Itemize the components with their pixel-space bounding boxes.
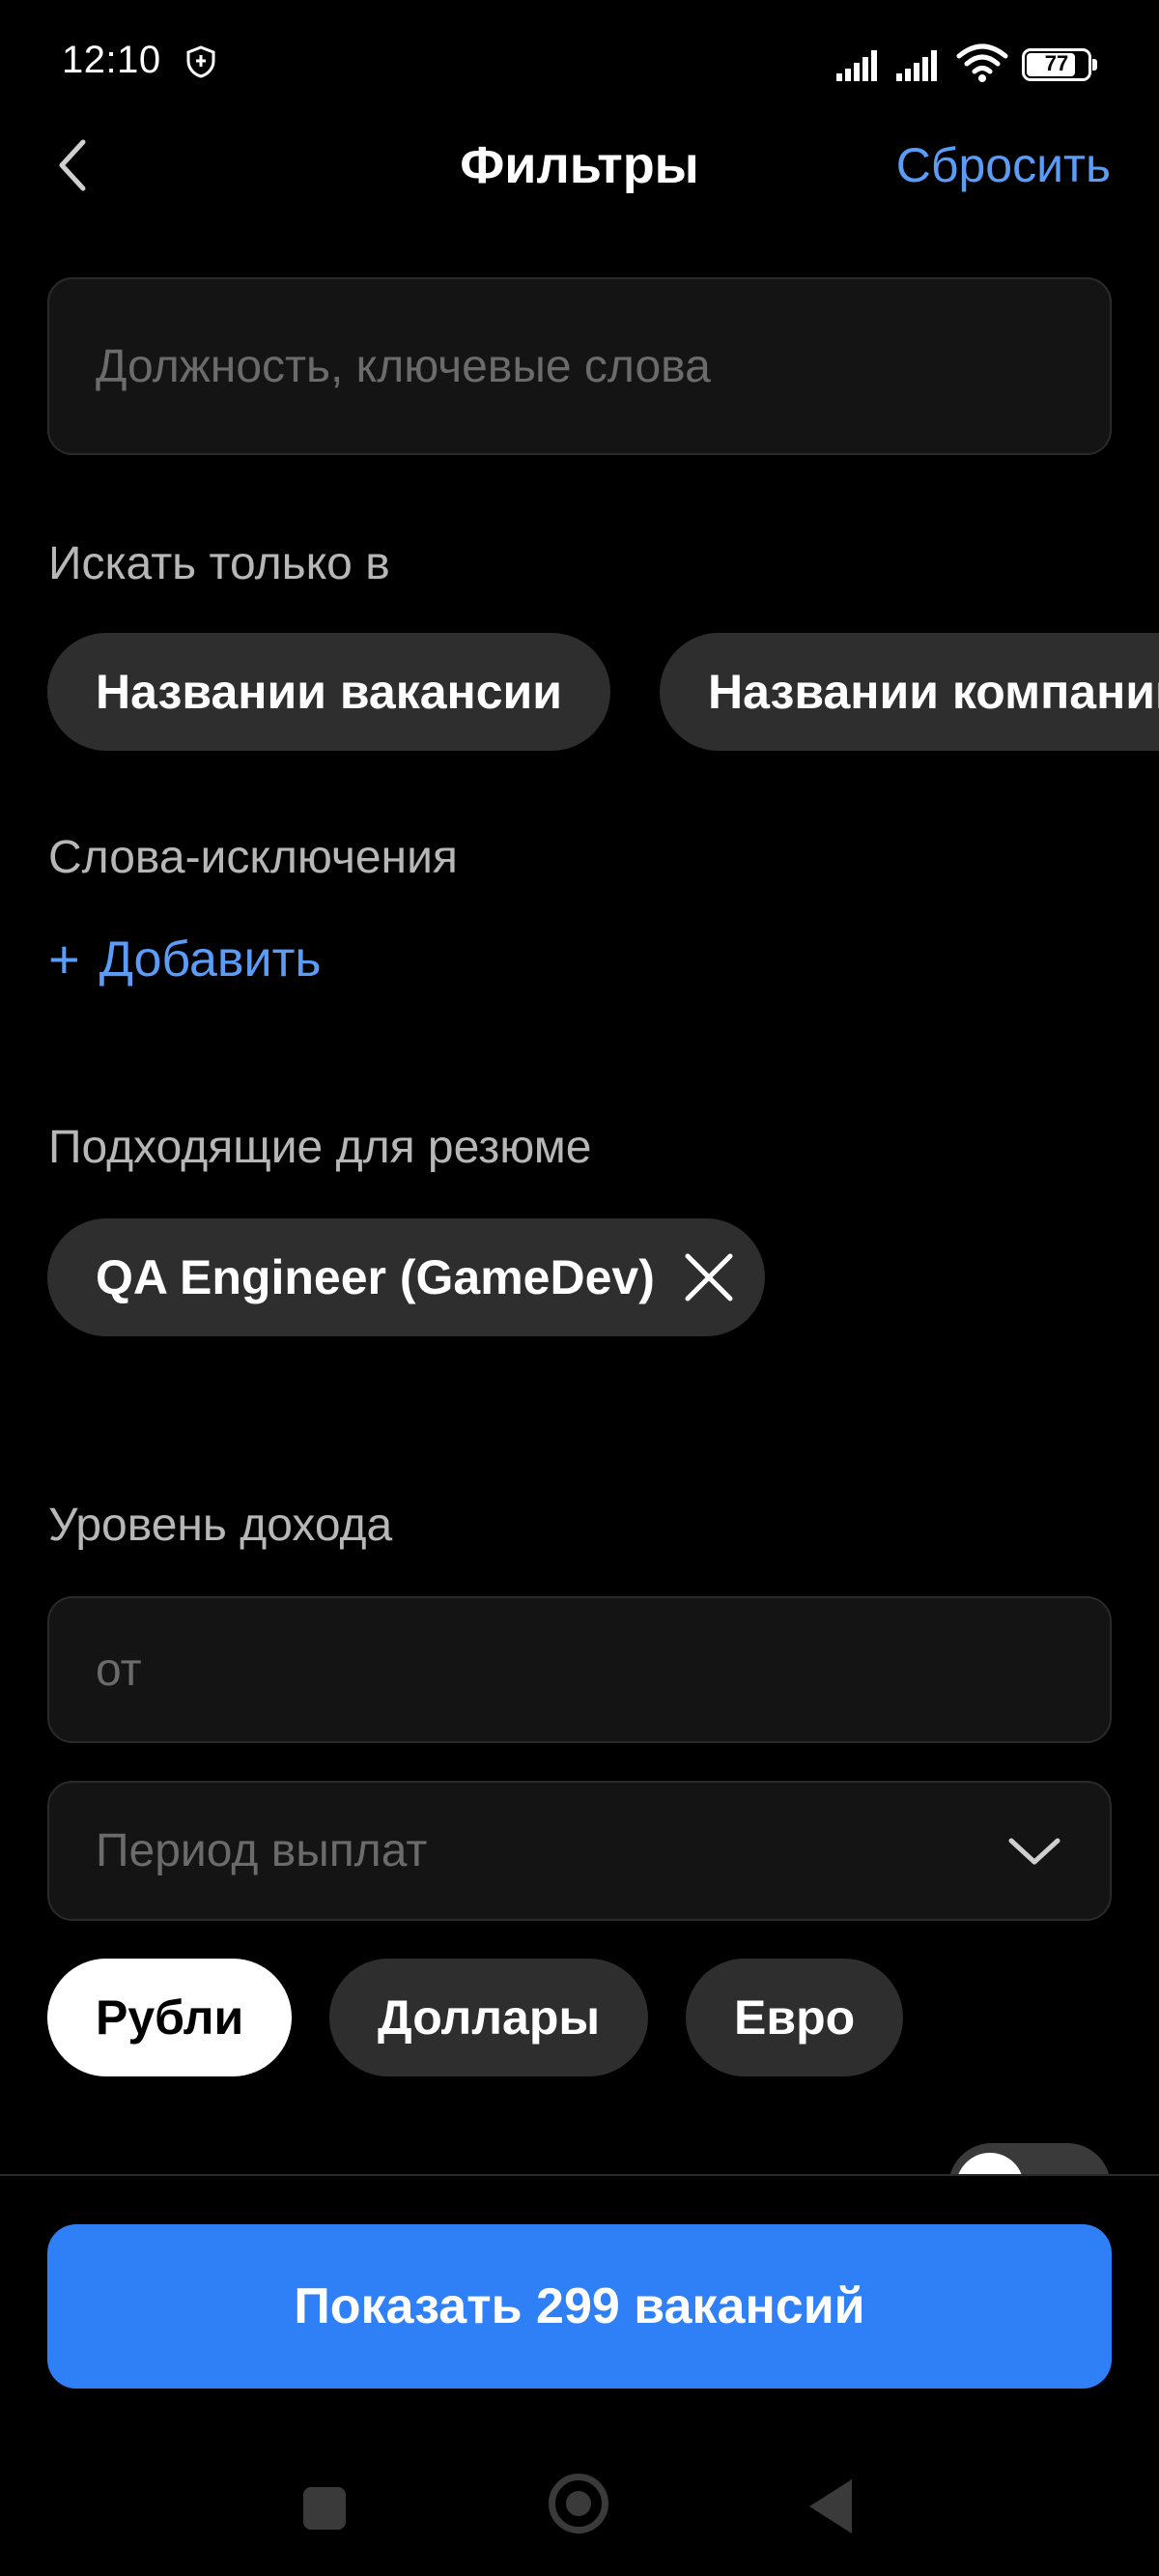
plus-icon: + (48, 929, 80, 989)
resume-chip[interactable]: QA Engineer (GameDev) (47, 1218, 765, 1336)
search-in-label: Искать только в (48, 538, 390, 589)
add-label: Добавить (99, 930, 322, 987)
income-label: Уровень дохода (48, 1500, 393, 1551)
payment-period-select[interactable]: Период выплат (47, 1781, 1112, 1921)
back-triangle-icon[interactable] (809, 2479, 852, 2533)
resume-chip-label: QA Engineer (GameDev) (96, 1250, 655, 1304)
payment-period-placeholder: Период выплат (96, 1825, 428, 1876)
currency-eur[interactable]: Евро (686, 1959, 904, 2076)
close-icon[interactable] (682, 1250, 736, 1304)
currency-rub[interactable]: Рубли (47, 1959, 293, 2076)
reset-button[interactable]: Сбросить (896, 137, 1111, 193)
status-time: 12:10 (62, 39, 161, 81)
exclude-words-label: Слова-исключения (48, 832, 458, 883)
add-exclude-word-button[interactable]: + Добавить (48, 928, 322, 990)
recents-icon[interactable] (303, 2487, 346, 2530)
chip-vacancy-title[interactable]: Названии вакансии (47, 633, 611, 751)
show-vacancies-button[interactable]: Показать 299 вакансий (47, 2224, 1112, 2389)
toggle-switch[interactable] (948, 2143, 1111, 2174)
resume-label: Подходящие для резюме (48, 1122, 592, 1173)
battery-level: 77 (1044, 51, 1069, 75)
chevron-down-icon (1008, 1838, 1060, 1864)
signal-icon (896, 50, 937, 81)
income-from-placeholder: от (96, 1644, 142, 1696)
search-input[interactable]: Должность, ключевые слова (47, 277, 1112, 455)
header: Фильтры Сбросить (0, 122, 1159, 209)
search-placeholder: Должность, ключевые слова (96, 340, 711, 392)
wifi-icon (956, 43, 1008, 82)
chip-company-name[interactable]: Названии компании (660, 633, 1159, 751)
signal-icon (836, 50, 877, 81)
shield-icon (186, 45, 215, 78)
system-nav-bar (0, 2454, 1159, 2561)
currency-usd[interactable]: Доллары (329, 1959, 649, 2076)
home-icon[interactable] (549, 2474, 608, 2533)
status-bar: 12:10 77 (0, 0, 1159, 131)
filters-screen: 12:10 77 Фильтры Сбросить Должность, клю… (0, 0, 1159, 2576)
battery-icon: 77 (1022, 48, 1097, 81)
income-from-input[interactable]: от (47, 1596, 1112, 1743)
